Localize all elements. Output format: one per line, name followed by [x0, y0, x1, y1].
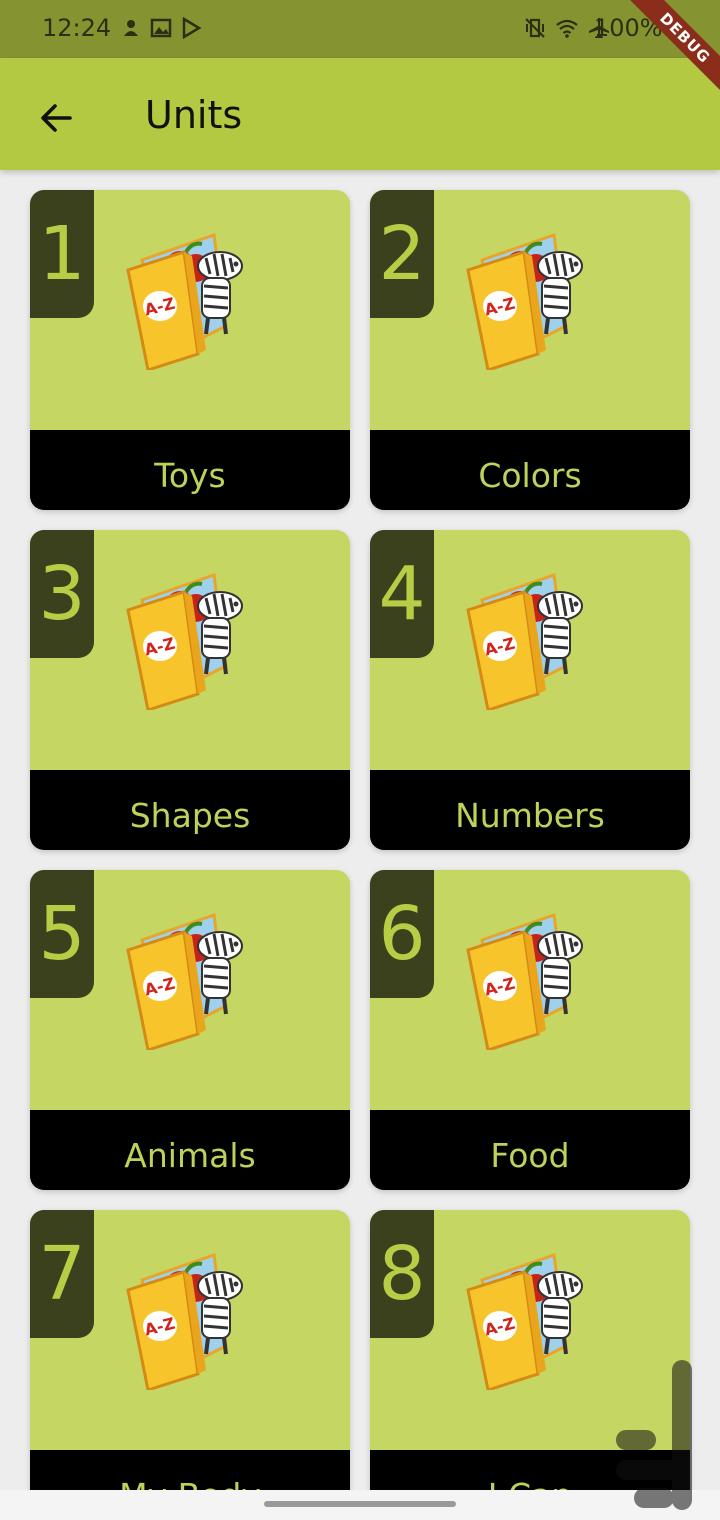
unit-card-3[interactable]: 3 Shapes [30, 530, 350, 850]
unit-label: Colors [370, 430, 690, 510]
unit-number: 4 [370, 530, 434, 658]
home-gesture-handle[interactable] [264, 1501, 456, 1507]
arrow-left-icon [41, 104, 72, 132]
unit-card-6[interactable]: 6 Food [370, 870, 690, 1190]
unit-number: 5 [30, 870, 94, 998]
alphabet-book-icon [126, 913, 244, 1050]
page-title: Units [145, 93, 243, 137]
unit-number: 6 [370, 870, 434, 998]
unit-card-5[interactable]: 5 Animals [30, 870, 350, 1190]
status-bar: 12:24 100% [0, 0, 720, 58]
unit-card-1[interactable]: 1 Toys [30, 190, 350, 510]
alphabet-book-icon [466, 1253, 584, 1390]
alphabet-book-icon [466, 913, 584, 1050]
unit-label: Food [370, 1110, 690, 1190]
alphabet-book-icon [126, 573, 244, 710]
app-bar: Units [0, 58, 720, 170]
back-button[interactable] [28, 90, 84, 146]
play-store-icon [182, 16, 202, 40]
unit-label: Toys [30, 430, 350, 510]
unit-number: 7 [30, 1210, 94, 1338]
unit-label: Shapes [30, 770, 350, 850]
unit-card-7[interactable]: 7 My Body [30, 1210, 350, 1490]
status-time: 12:24 [42, 14, 112, 42]
unit-card-4[interactable]: 4 Numbers [370, 530, 690, 850]
vibrate-icon [525, 18, 545, 38]
unit-number: 1 [30, 190, 94, 318]
unit-label: My Body [30, 1450, 350, 1490]
notification-icon [124, 20, 138, 36]
unit-grid: 1 Toys 2 Colors 3 Shapes 4 Numbers 5 Ani… [0, 170, 720, 1490]
unit-label: Animals [30, 1110, 350, 1190]
status-left-icons [120, 16, 202, 40]
screen: 12:24 100% DEBUG Units 1 Toys 2 Colors 3… [0, 0, 720, 1520]
alphabet-book-icon [126, 1253, 244, 1390]
unit-number: 8 [370, 1210, 434, 1338]
alphabet-book-icon [126, 233, 244, 370]
image-icon [150, 18, 172, 38]
wifi-icon [556, 19, 578, 38]
watermark-logo-icon [616, 1360, 692, 1510]
unit-card-2[interactable]: 2 Colors [370, 190, 690, 510]
alphabet-book-icon [466, 573, 584, 710]
alphabet-book-icon [466, 233, 584, 370]
unit-number: 2 [370, 190, 434, 318]
unit-label: Numbers [370, 770, 690, 850]
unit-number: 3 [30, 530, 94, 658]
